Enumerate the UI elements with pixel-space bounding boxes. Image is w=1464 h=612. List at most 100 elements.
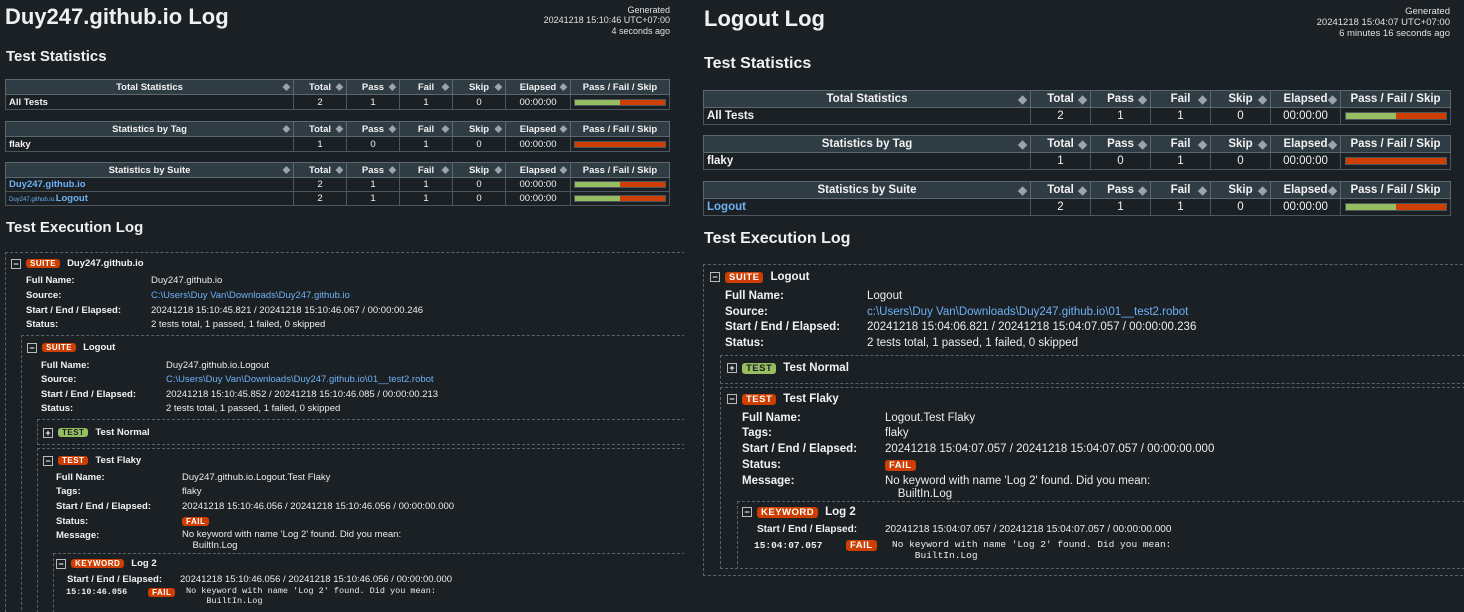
col-skip[interactable]: Skip ◆: [1210, 181, 1271, 199]
table-row[interactable]: flaky 1 0 1 0 00:00:00: [5, 136, 670, 152]
expand-icon[interactable]: +: [43, 427, 53, 438]
table-row[interactable]: flaky 1 0 1 0 00:00:00: [703, 152, 1451, 170]
col-skip[interactable]: Skip ◆: [1210, 135, 1271, 153]
col-total[interactable]: Total ◆: [1030, 181, 1091, 199]
collapse-icon[interactable]: −: [43, 455, 53, 466]
meta-message: Message: No keyword with name 'Log 2' fou…: [56, 529, 402, 552]
col-pass[interactable]: Pass ◆: [346, 121, 400, 137]
col-skip[interactable]: Skip ◆: [452, 121, 506, 137]
collapse-icon[interactable]: −: [11, 258, 21, 269]
suite-stats-header[interactable]: Statistics by Suite ◆: [5, 162, 294, 178]
sort-icon: ◆: [335, 81, 343, 93]
col-graph[interactable]: Pass / Fail / Skip: [1340, 90, 1451, 108]
col-header: Pass: [361, 123, 385, 135]
col-fail[interactable]: Fail ◆: [1150, 90, 1211, 108]
tag-stats-header[interactable]: Statistics by Tag ◆: [703, 135, 1031, 153]
col-skip[interactable]: Skip ◆: [452, 162, 506, 178]
col-elapsed[interactable]: Elapsed ◆: [1270, 135, 1341, 153]
cell-skip: 0: [1210, 107, 1271, 125]
tag-stats-header[interactable]: Statistics by Tag ◆: [5, 121, 294, 137]
table-row[interactable]: All Tests 2 1 1 0 00:00:00: [703, 107, 1451, 125]
sort-icon: ◆: [1198, 94, 1207, 106]
col-elapsed[interactable]: Elapsed ◆: [505, 79, 571, 95]
keyword-element-header[interactable]: − KEYWORD Log 2: [742, 506, 856, 518]
sort-icon: ◆: [1138, 185, 1147, 197]
meta-tags: Tags: flaky: [742, 427, 909, 439]
suite-link-logout[interactable]: Duy247.github.io.Logout: [9, 193, 88, 204]
fail-fill: [1395, 204, 1446, 210]
test-element-header[interactable]: + TEST Test Normal: [727, 362, 849, 374]
meta-full-name: Full Name: Logout.Test Flaky: [742, 412, 975, 424]
col-elapsed[interactable]: Elapsed ◆: [505, 162, 571, 178]
cell-fail: 1: [1150, 107, 1211, 125]
total-stats-header[interactable]: Total Statistics ◆: [703, 90, 1031, 108]
collapse-icon[interactable]: −: [742, 507, 752, 517]
keyword-element-header[interactable]: − KEYWORD Log 2: [56, 558, 157, 569]
col-pass[interactable]: Pass ◆: [346, 79, 400, 95]
col-graph[interactable]: Pass / Fail / Skip: [570, 121, 670, 137]
col-graph[interactable]: Pass / Fail / Skip: [570, 79, 670, 95]
meta-key: Source:: [41, 374, 77, 385]
col-header: Statistics by Tag: [112, 123, 187, 135]
col-fail[interactable]: Fail ◆: [399, 121, 453, 137]
col-total[interactable]: Total ◆: [293, 79, 347, 95]
col-header: Total: [1047, 93, 1074, 105]
table-row[interactable]: Logout 2 1 1 0 00:00:00: [703, 198, 1451, 216]
source-link[interactable]: C:\Users\Duy Van\Downloads\Duy247.github…: [166, 374, 434, 385]
suite-badge: SUITE: [725, 271, 764, 283]
col-pass[interactable]: Pass ◆: [1090, 135, 1151, 153]
total-stats-header[interactable]: Total Statistics ◆: [5, 79, 294, 95]
suite-link-logout[interactable]: Logout: [707, 201, 746, 213]
col-fail[interactable]: Fail ◆: [399, 162, 453, 178]
suite-element-header[interactable]: − SUITE Logout: [27, 342, 115, 353]
col-header: Total Statistics: [116, 81, 183, 93]
cell-pass: 1: [1090, 107, 1151, 125]
meta-value: No keyword with name 'Log 2' found. Did …: [182, 529, 402, 551]
cell-elapsed: 00:00:00: [505, 136, 571, 152]
col-skip[interactable]: Skip ◆: [1210, 90, 1271, 108]
col-total[interactable]: Total ◆: [1030, 90, 1091, 108]
cell-fail: 1: [399, 177, 453, 192]
collapse-icon[interactable]: −: [56, 558, 66, 569]
table-row[interactable]: Duy247.github.io 2 1 1 0 00:00:00: [5, 177, 670, 192]
collapse-icon[interactable]: −: [27, 342, 37, 353]
test-element-header[interactable]: + TEST Test Normal: [43, 427, 150, 438]
col-elapsed[interactable]: Elapsed ◆: [505, 121, 571, 137]
col-header: Skip: [1228, 184, 1253, 196]
collapse-icon[interactable]: −: [727, 394, 737, 404]
col-elapsed[interactable]: Elapsed ◆: [1270, 181, 1341, 199]
sort-icon: ◆: [1328, 185, 1337, 197]
col-total[interactable]: Total ◆: [293, 121, 347, 137]
col-fail[interactable]: Fail ◆: [1150, 135, 1211, 153]
col-fail[interactable]: Fail ◆: [399, 79, 453, 95]
col-fail[interactable]: Fail ◆: [1150, 181, 1211, 199]
col-graph[interactable]: Pass / Fail / Skip: [1340, 135, 1451, 153]
table-row[interactable]: Duy247.github.io.Logout 2 1 1 0 00:00:00: [5, 191, 670, 206]
suite-element-header[interactable]: − SUITE Logout: [710, 271, 809, 283]
col-pass[interactable]: Pass ◆: [346, 162, 400, 178]
sort-icon: ◆: [441, 164, 449, 176]
col-pass[interactable]: Pass ◆: [1090, 181, 1151, 199]
col-elapsed[interactable]: Elapsed ◆: [1270, 90, 1341, 108]
col-header: Pass: [1107, 184, 1134, 196]
test-element-header[interactable]: − TEST Test Flaky: [43, 455, 141, 466]
col-total[interactable]: Total ◆: [1030, 135, 1091, 153]
col-pass[interactable]: Pass ◆: [1090, 90, 1151, 108]
suite-stats-header[interactable]: Statistics by Suite ◆: [703, 181, 1031, 199]
cell-pass: 0: [1090, 152, 1151, 170]
col-graph[interactable]: Pass / Fail / Skip: [1340, 181, 1451, 199]
sort-icon: ◆: [335, 164, 343, 176]
test-element-header[interactable]: − TEST Test Flaky: [727, 393, 839, 405]
col-skip[interactable]: Skip ◆: [452, 79, 506, 95]
suite-element-header[interactable]: − SUITE Duy247.github.io: [11, 258, 144, 269]
suite-link-duy247[interactable]: Duy247.github.io: [9, 179, 86, 190]
col-total[interactable]: Total ◆: [293, 162, 347, 178]
source-link[interactable]: C:\Users\Duy Van\Downloads\Duy247.github…: [151, 290, 350, 301]
table-row[interactable]: All Tests 2 1 1 0 00:00:00: [5, 94, 670, 110]
expand-icon[interactable]: +: [727, 363, 737, 373]
source-link[interactable]: c:\Users\Duy Van\Downloads\Duy247.github…: [867, 306, 1188, 318]
collapse-icon[interactable]: −: [710, 272, 720, 282]
col-graph[interactable]: Pass / Fail / Skip: [570, 162, 670, 178]
cell-elapsed: 00:00:00: [505, 177, 571, 192]
meta-value: Logout.Test Flaky: [885, 412, 976, 424]
